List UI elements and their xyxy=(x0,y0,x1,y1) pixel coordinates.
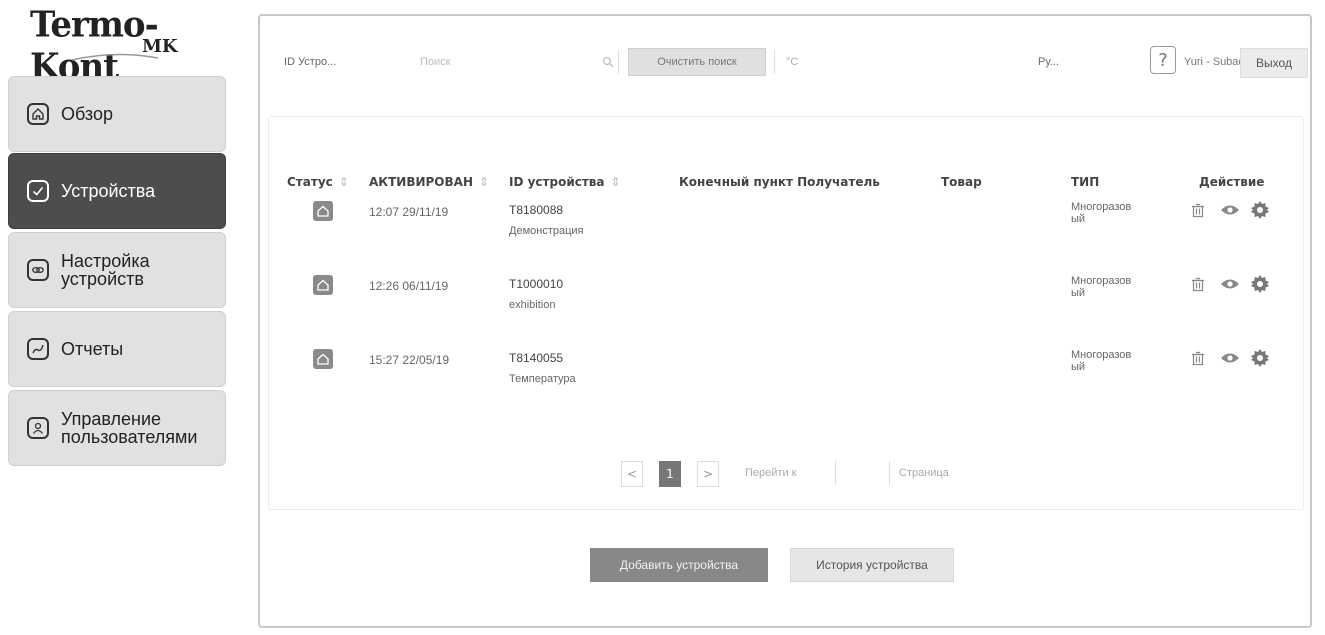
pager-next-button[interactable]: > xyxy=(697,461,719,487)
sort-icon: ⇕ xyxy=(479,175,490,189)
activated-cell: 15:27 22/05/19 xyxy=(369,353,450,367)
eye-icon[interactable] xyxy=(1219,199,1241,221)
sidebar-item-device-settings[interactable]: Настройка устройств xyxy=(8,232,226,308)
eye-icon[interactable] xyxy=(1219,273,1241,295)
device-id-select[interactable]: ID Устро... xyxy=(284,56,336,68)
status-home-icon xyxy=(313,275,333,295)
main-panel: ID Устро... Поиск Очистить поиск °C Ру..… xyxy=(258,14,1312,628)
divider xyxy=(618,50,619,74)
sort-icon: ⇕ xyxy=(338,175,349,189)
add-devices-button[interactable]: Добавить устройства xyxy=(590,548,768,582)
col-header-destination: Конечный пункт Получатель xyxy=(679,175,880,189)
status-home-icon xyxy=(313,349,333,369)
gear-icon[interactable] xyxy=(1249,273,1271,295)
table-row: 12:26 06/11/19 T1000010 exhibition Много… xyxy=(269,275,1303,335)
link-icon xyxy=(27,259,49,281)
check-icon xyxy=(27,180,49,202)
sidebar-item-user-management[interactable]: Управление пользователями xyxy=(8,390,226,466)
device-name-cell: exhibition xyxy=(509,299,556,311)
device-name-cell: Демонстрация xyxy=(509,225,584,237)
device-name-cell: Температура xyxy=(509,373,576,385)
topbar: ID Устро... Поиск Очистить поиск °C Ру..… xyxy=(260,16,1310,102)
help-icon[interactable]: ? xyxy=(1150,46,1176,74)
sidebar-item-label: Отчеты xyxy=(61,339,124,359)
trash-icon[interactable] xyxy=(1187,273,1209,295)
trash-icon[interactable] xyxy=(1187,199,1209,221)
user-icon xyxy=(27,417,49,439)
divider xyxy=(774,50,775,74)
pager-page-label: Страница xyxy=(899,467,949,479)
pager-goto-input[interactable]: Перейти к xyxy=(745,467,796,479)
chart-line-icon xyxy=(27,338,49,360)
search-input[interactable]: Поиск xyxy=(420,56,450,68)
search-icon[interactable] xyxy=(602,56,614,68)
sort-icon: ⇕ xyxy=(610,175,621,189)
clear-search-button[interactable]: Очистить поиск xyxy=(628,48,766,76)
col-header-type: ТИП xyxy=(1071,175,1100,189)
col-header-device-id[interactable]: ID устройства ⇕ xyxy=(509,175,621,189)
status-home-icon xyxy=(313,201,333,221)
user-name: Yuri - Subac xyxy=(1184,56,1244,68)
gear-icon[interactable] xyxy=(1249,347,1271,369)
app-root: Termo-Kont MK Обзор Устройства Настройка… xyxy=(0,0,1325,635)
col-header-action: Действие xyxy=(1199,175,1265,189)
type-cell: Многоразовый xyxy=(1071,349,1132,373)
activated-cell: 12:07 29/11/19 xyxy=(369,205,449,219)
col-header-goods: Товар xyxy=(941,175,982,189)
devices-table: Статус ⇕ АКТИВИРОВАН ⇕ ID устройства ⇕ Коне… xyxy=(268,116,1304,510)
device-id-cell: T8140055 xyxy=(509,351,564,365)
language-select[interactable]: Ру... xyxy=(1038,56,1059,68)
exit-button[interactable]: Выход xyxy=(1240,48,1308,78)
divider xyxy=(889,461,890,485)
logo-swoosh-icon xyxy=(71,53,159,61)
device-id-cell: T8180088 xyxy=(509,203,564,217)
sidebar-item-label: Устройства xyxy=(61,181,156,201)
trash-icon[interactable] xyxy=(1187,347,1209,369)
eye-icon[interactable] xyxy=(1219,347,1241,369)
type-cell: Многоразовый xyxy=(1071,201,1132,225)
device-history-button[interactable]: История устройства xyxy=(790,548,954,582)
sidebar-item-label: Настройка устройств xyxy=(61,251,150,289)
gear-icon[interactable] xyxy=(1249,199,1271,221)
unit-toggle[interactable]: °C xyxy=(786,56,798,68)
pager-current-page[interactable]: 1 xyxy=(659,461,681,487)
table-row: 12:07 29/11/19 T8180088 Демонстрация Мно… xyxy=(269,201,1303,261)
table-row: 15:27 22/05/19 T8140055 Температура Мног… xyxy=(269,349,1303,409)
logo: Termo-Kont MK xyxy=(30,4,210,88)
sidebar-item-overview[interactable]: Обзор xyxy=(8,76,226,152)
home-icon xyxy=(27,103,49,125)
type-cell: Многоразовый xyxy=(1071,275,1132,299)
sidebar-item-devices[interactable]: Устройства xyxy=(8,153,226,229)
device-id-cell: T1000010 xyxy=(509,277,564,291)
sidebar-item-label: Обзор xyxy=(61,104,113,124)
col-header-activated[interactable]: АКТИВИРОВАН ⇕ xyxy=(369,175,489,189)
activated-cell: 12:26 06/11/19 xyxy=(369,279,449,293)
pager-prev-button[interactable]: < xyxy=(621,461,643,487)
sidebar-item-label: Управление пользователями xyxy=(61,409,198,447)
sidebar-item-reports[interactable]: Отчеты xyxy=(8,311,226,387)
divider xyxy=(835,461,836,485)
col-header-status[interactable]: Статус ⇕ xyxy=(287,175,349,189)
